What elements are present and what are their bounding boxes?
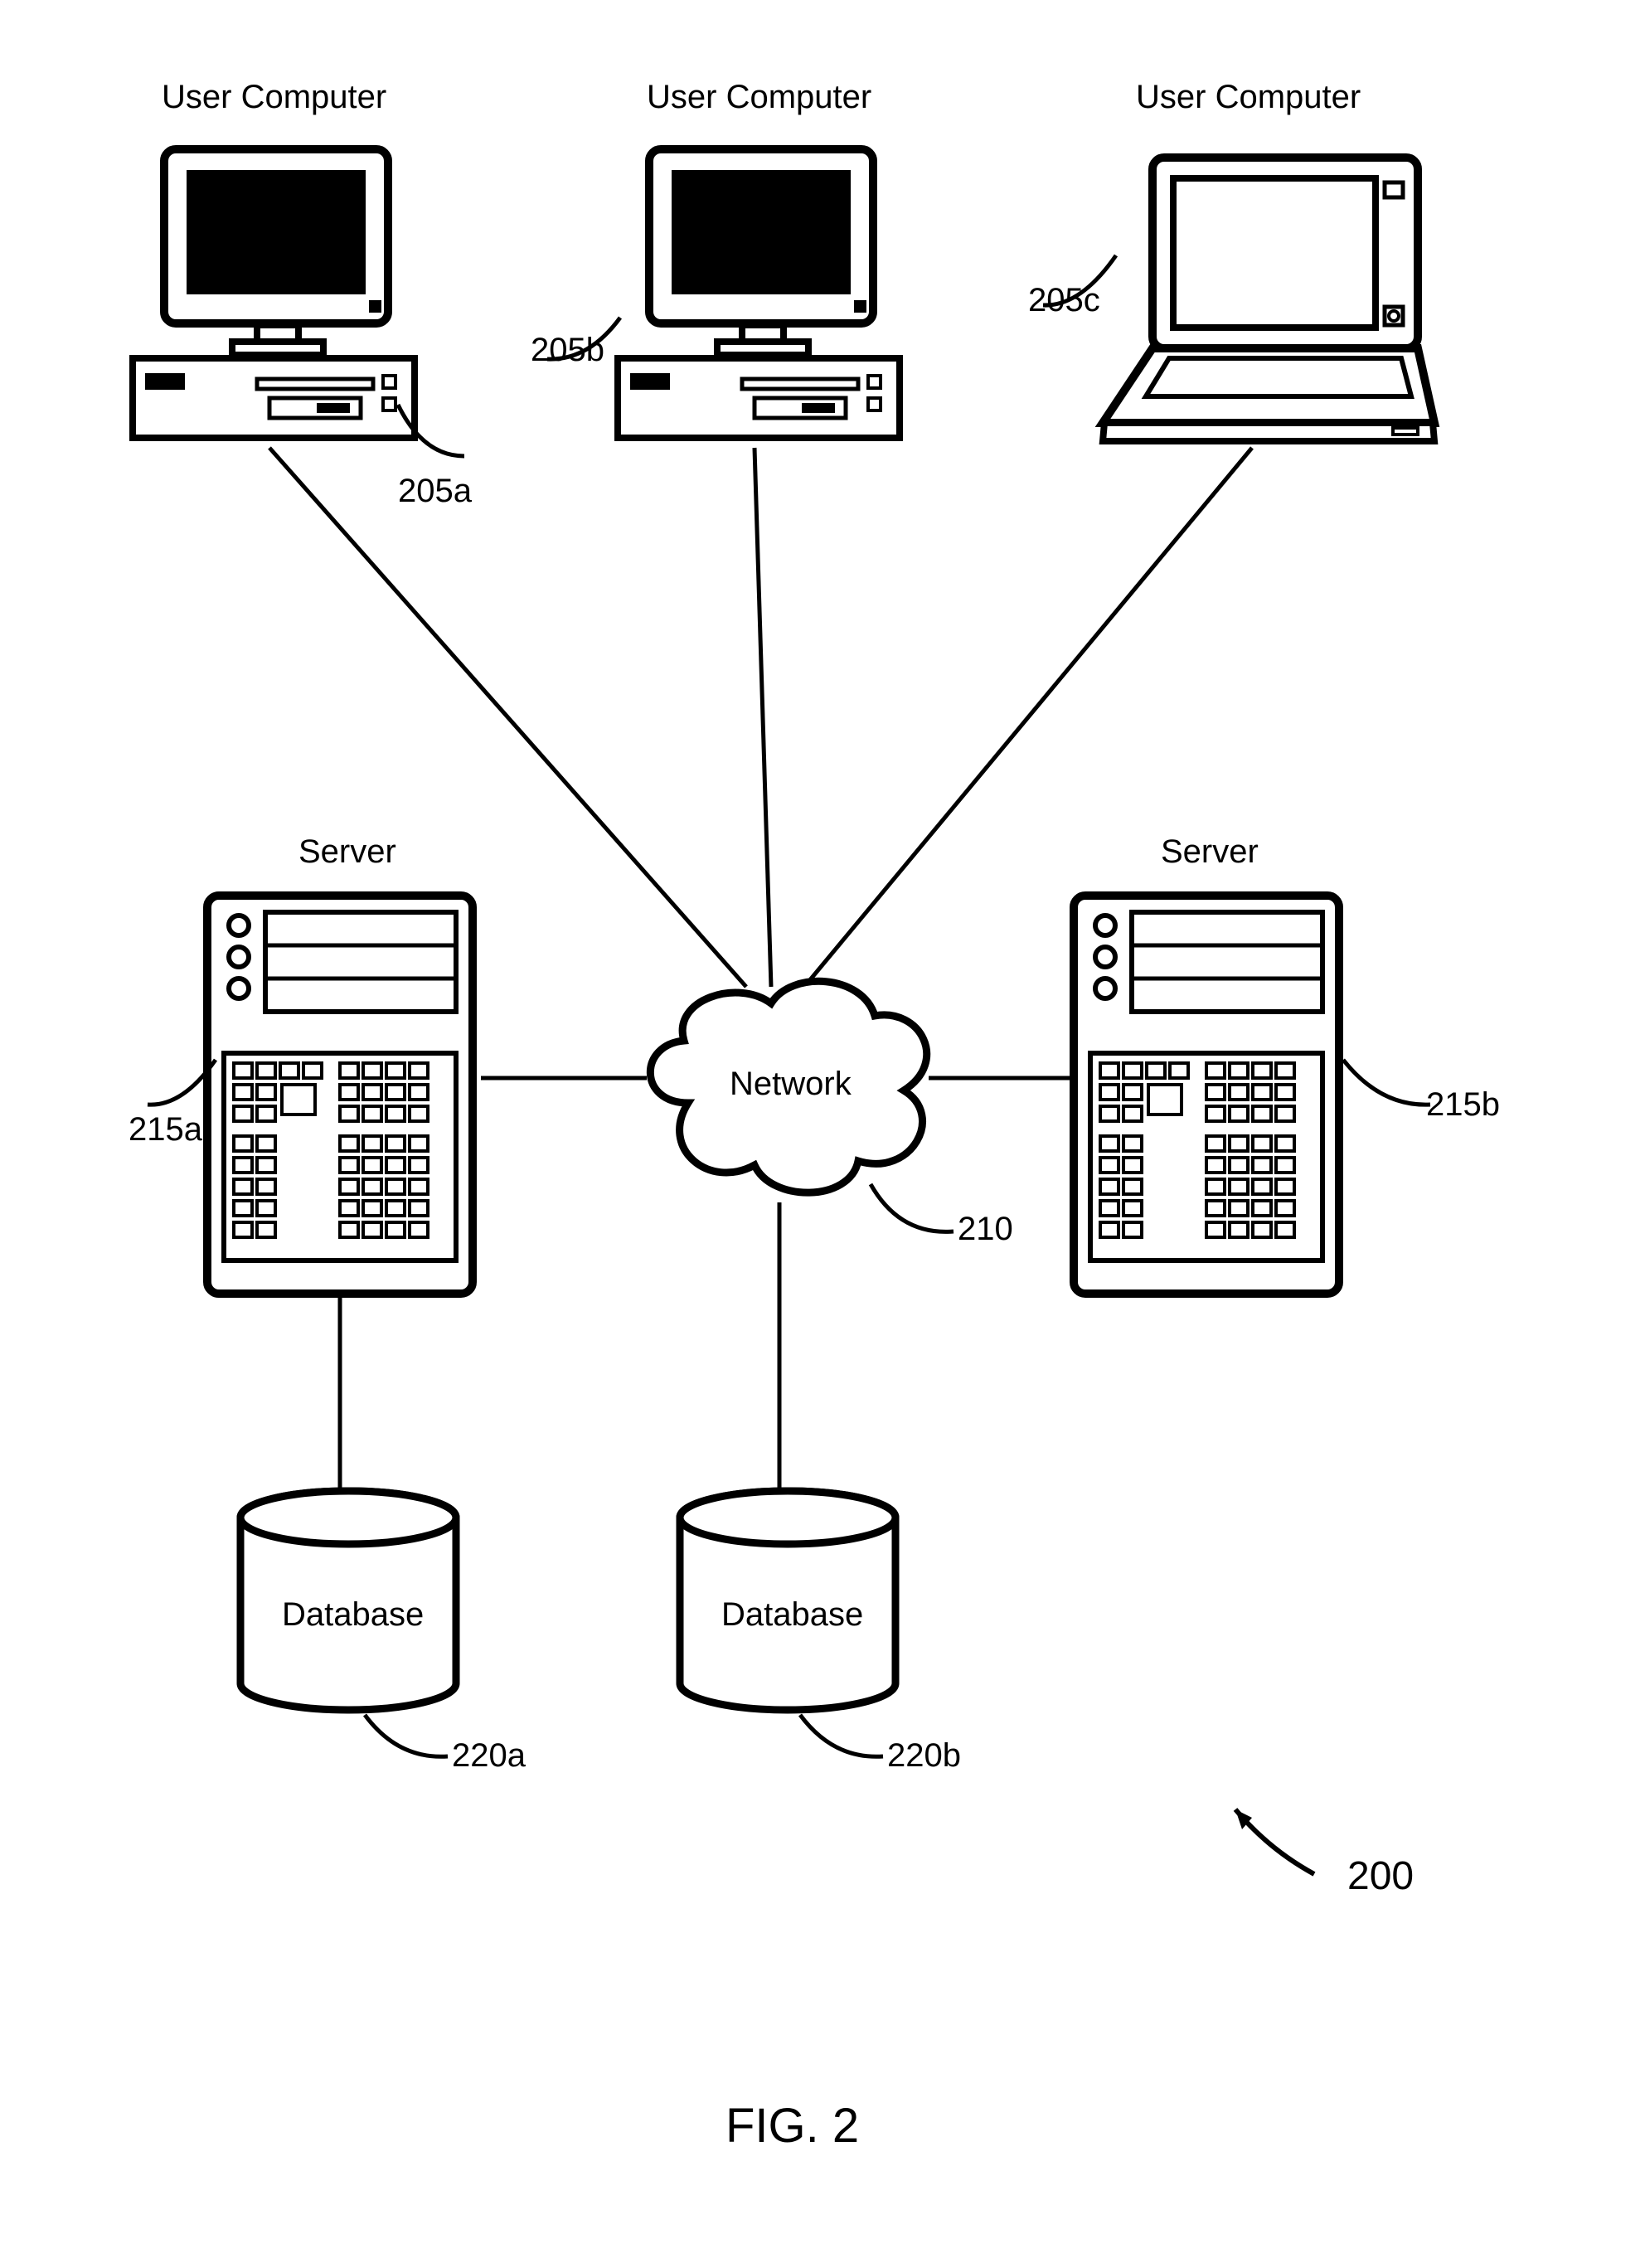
overall-ref-leader bbox=[1219, 1799, 1368, 1899]
user-computer-c-label: User Computer bbox=[1136, 79, 1361, 116]
database-b-ref: 220b bbox=[887, 1737, 961, 1775]
network-ref: 210 bbox=[958, 1211, 1013, 1248]
server-b-ref: 215b bbox=[1426, 1086, 1500, 1124]
overall-ref: 200 bbox=[1347, 1853, 1414, 1899]
user-computer-c-ref: 205c bbox=[1028, 282, 1100, 319]
user-computer-b-label: User Computer bbox=[647, 79, 871, 116]
database-a-label: Database bbox=[282, 1596, 424, 1634]
network-label: Network bbox=[730, 1066, 852, 1103]
server-b-icon bbox=[1065, 887, 1356, 1302]
database-a-ref: 220a bbox=[452, 1737, 526, 1775]
user-computer-b-icon bbox=[609, 133, 908, 448]
diagram-canvas: User Computer 205a User Computer bbox=[0, 0, 1645, 2268]
server-b-label: Server bbox=[1161, 833, 1259, 871]
database-b-label: Database bbox=[721, 1596, 863, 1634]
server-a-icon bbox=[199, 887, 489, 1302]
user-computer-a-ref: 205a bbox=[398, 473, 472, 510]
server-a-ref: 215a bbox=[129, 1111, 202, 1149]
figure-caption: FIG. 2 bbox=[725, 2098, 859, 2154]
user-computer-a-label: User Computer bbox=[162, 79, 386, 116]
user-computer-a-icon bbox=[124, 133, 423, 448]
user-computer-b-ref: 205b bbox=[531, 332, 604, 369]
server-a-label: Server bbox=[298, 833, 396, 871]
